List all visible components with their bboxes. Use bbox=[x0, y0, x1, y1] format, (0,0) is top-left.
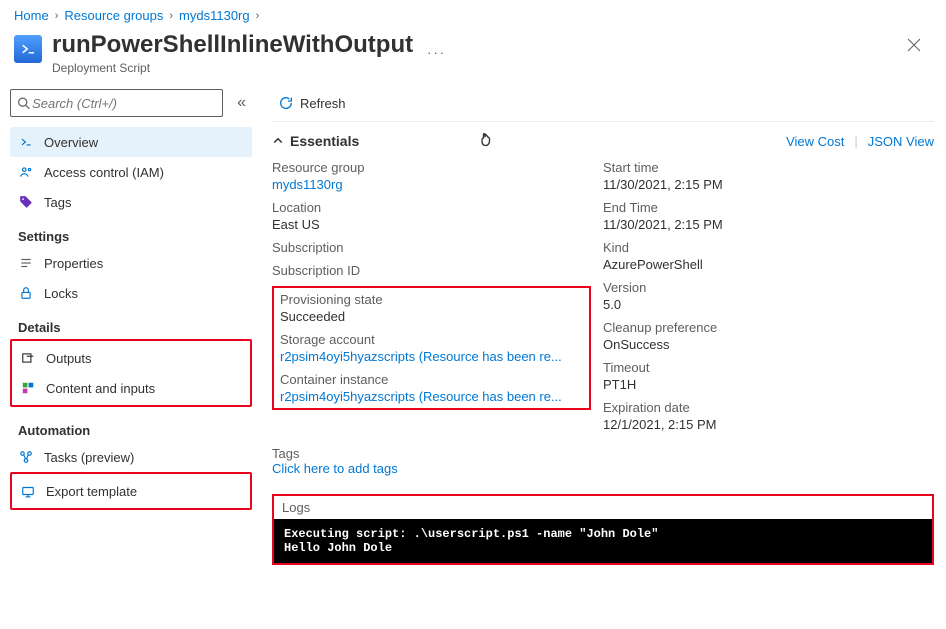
sidebar: « Overview Access control (IAM) Tags Set… bbox=[0, 83, 256, 629]
view-cost-link[interactable]: View Cost bbox=[786, 134, 844, 149]
toolbar: Refresh bbox=[272, 83, 934, 122]
tag-icon bbox=[18, 195, 34, 209]
breadcrumb-home[interactable]: Home bbox=[14, 8, 49, 23]
version-value: 5.0 bbox=[603, 297, 934, 312]
main-content: Refresh Essentials View Cost | JSON View… bbox=[256, 83, 946, 629]
essentials-grid: Resource group myds1130rg Location East … bbox=[272, 160, 934, 440]
deployment-script-icon bbox=[14, 35, 42, 63]
tags-row: Tags Click here to add tags bbox=[272, 446, 934, 476]
nav-locks[interactable]: Locks bbox=[10, 278, 252, 308]
divider: | bbox=[854, 134, 857, 149]
nav-label: Tags bbox=[44, 195, 71, 210]
chevron-right-icon: › bbox=[256, 10, 260, 22]
nav-properties[interactable]: Properties bbox=[10, 248, 252, 278]
refresh-button[interactable]: Refresh bbox=[272, 91, 352, 115]
start-time-label: Start time bbox=[603, 160, 934, 175]
essentials-label: Essentials bbox=[290, 133, 359, 149]
cleanup-value: OnSuccess bbox=[603, 337, 934, 352]
iam-icon bbox=[18, 165, 34, 179]
end-time-value: 11/30/2021, 2:15 PM bbox=[603, 217, 934, 232]
version-label: Version bbox=[603, 280, 934, 295]
add-tags-link[interactable]: Click here to add tags bbox=[272, 461, 398, 476]
container-instance-label: Container instance bbox=[280, 372, 583, 387]
location-label: Location bbox=[272, 200, 603, 215]
page-subtitle: Deployment Script bbox=[52, 61, 413, 75]
expiration-label: Expiration date bbox=[603, 400, 934, 415]
end-time-label: End Time bbox=[603, 200, 934, 215]
nav-section-details: Details bbox=[10, 308, 252, 339]
nav-export-template[interactable]: Export template bbox=[12, 476, 250, 506]
container-instance-value[interactable]: r2psim4oyi5hyazscripts (Resource has bee… bbox=[280, 389, 583, 404]
essentials-bar: Essentials View Cost | JSON View bbox=[272, 122, 934, 154]
logs-console: Executing script: .\userscript.ps1 -name… bbox=[274, 519, 932, 563]
refresh-icon bbox=[278, 95, 294, 111]
chevron-up-icon bbox=[272, 135, 284, 147]
outputs-icon bbox=[20, 351, 36, 365]
search-icon bbox=[17, 96, 30, 110]
essentials-toggle[interactable]: Essentials bbox=[272, 133, 359, 149]
breadcrumb-resource-groups[interactable]: Resource groups bbox=[64, 8, 163, 23]
nav-section-settings: Settings bbox=[10, 217, 252, 248]
nav-tags[interactable]: Tags bbox=[10, 187, 252, 217]
highlight-box-export: Export template bbox=[10, 472, 252, 510]
properties-icon bbox=[18, 256, 34, 270]
storage-account-value[interactable]: r2psim4oyi5hyazscripts (Resource has bee… bbox=[280, 349, 583, 364]
highlight-box-state: Provisioning state Succeeded Storage acc… bbox=[272, 286, 591, 410]
timeout-value: PT1H bbox=[603, 377, 934, 392]
subscription-id-label: Subscription ID bbox=[272, 263, 603, 278]
highlight-box-details: Outputs Content and inputs bbox=[10, 339, 252, 407]
storage-account-label: Storage account bbox=[280, 332, 583, 347]
refresh-label: Refresh bbox=[300, 96, 346, 111]
nav-label: Content and inputs bbox=[46, 381, 155, 396]
page-header: runPowerShellInlineWithOutput Deployment… bbox=[0, 27, 946, 83]
chevron-right-icon: › bbox=[55, 10, 59, 22]
nav-label: Tasks (preview) bbox=[44, 450, 134, 465]
provisioning-state-label: Provisioning state bbox=[280, 292, 583, 307]
nav-overview[interactable]: Overview bbox=[10, 127, 252, 157]
kind-label: Kind bbox=[603, 240, 934, 255]
timeout-label: Timeout bbox=[603, 360, 934, 375]
nav-label: Locks bbox=[44, 286, 78, 301]
collapse-sidebar-button[interactable]: « bbox=[231, 94, 252, 112]
page-title: runPowerShellInlineWithOutput bbox=[52, 31, 413, 59]
more-menu-button[interactable]: ··· bbox=[427, 45, 446, 60]
tags-label: Tags bbox=[272, 446, 299, 461]
breadcrumb-rg-name[interactable]: myds1130rg bbox=[179, 8, 250, 23]
overview-icon bbox=[18, 135, 34, 149]
cursor-icon bbox=[479, 130, 497, 152]
breadcrumb: Home › Resource groups › myds1130rg › bbox=[0, 0, 946, 27]
nav-section-automation: Automation bbox=[10, 411, 252, 442]
close-button[interactable] bbox=[896, 31, 932, 59]
kind-value: AzurePowerShell bbox=[603, 257, 934, 272]
tasks-icon bbox=[18, 450, 34, 464]
nav-tasks[interactable]: Tasks (preview) bbox=[10, 442, 252, 472]
export-icon bbox=[20, 484, 36, 498]
lock-icon bbox=[18, 286, 34, 300]
start-time-value: 11/30/2021, 2:15 PM bbox=[603, 177, 934, 192]
nav-content-inputs[interactable]: Content and inputs bbox=[12, 373, 250, 403]
rg-value[interactable]: myds1130rg bbox=[272, 177, 603, 192]
rg-label: Resource group bbox=[272, 160, 603, 175]
nav-label: Properties bbox=[44, 256, 103, 271]
cleanup-label: Cleanup preference bbox=[603, 320, 934, 335]
location-value: East US bbox=[272, 217, 603, 232]
logs-header: Logs bbox=[274, 496, 932, 519]
nav-iam[interactable]: Access control (IAM) bbox=[10, 157, 252, 187]
search-box[interactable] bbox=[10, 89, 223, 117]
nav-outputs[interactable]: Outputs bbox=[12, 343, 250, 373]
nav-label: Overview bbox=[44, 135, 98, 150]
chevron-right-icon: › bbox=[169, 10, 173, 22]
nav-label: Export template bbox=[46, 484, 137, 499]
json-view-link[interactable]: JSON View bbox=[868, 134, 934, 149]
highlight-box-logs: Logs Executing script: .\userscript.ps1 … bbox=[272, 494, 934, 565]
nav-label: Access control (IAM) bbox=[44, 165, 164, 180]
expiration-value: 12/1/2021, 2:15 PM bbox=[603, 417, 934, 432]
search-input[interactable] bbox=[30, 95, 216, 112]
content-icon bbox=[20, 381, 36, 395]
subscription-label: Subscription bbox=[272, 240, 603, 255]
nav-label: Outputs bbox=[46, 351, 92, 366]
provisioning-state-value: Succeeded bbox=[280, 309, 583, 324]
